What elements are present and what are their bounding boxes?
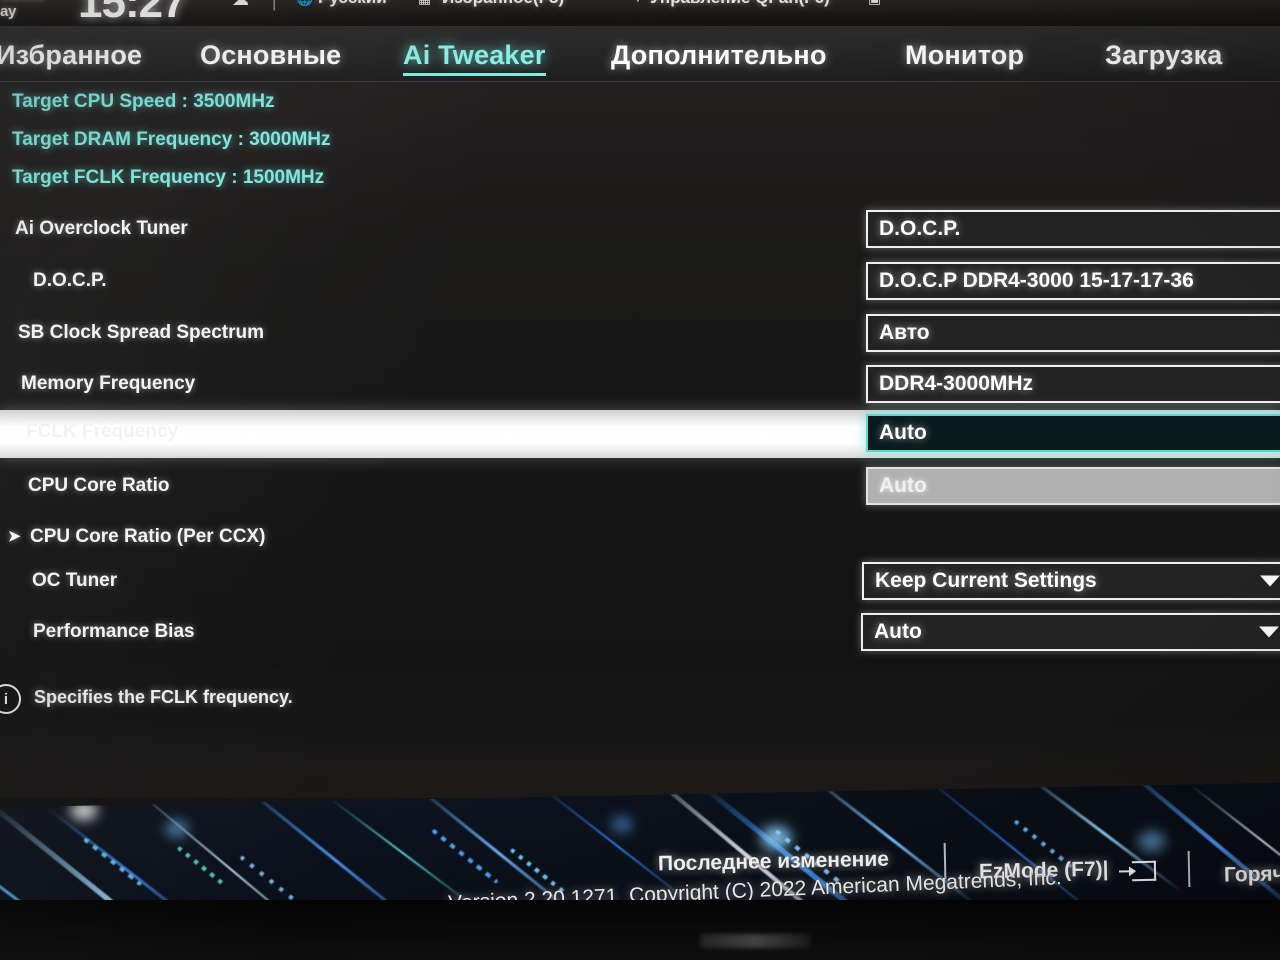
main-navigation: Избранное Основные Ai Tweaker Дополнител… [0,26,1280,82]
setting-label: Performance Bias [33,621,195,642]
setting-label: OC Tuner [32,570,118,591]
setting-label: Memory Frequency [21,373,196,394]
setting-value-memory-frequency[interactable]: DDR4-3000MHz [866,365,1280,403]
setting-row-sb-clock-spread-spectrum[interactable]: SB Clock Spread Spectrum Авто [0,312,1280,356]
setting-value-text: Keep Current Settings [875,569,1097,592]
last-modified-button[interactable]: Последнее изменение [658,848,889,877]
qfan-control-button[interactable]: Управление QFan(F6) [650,0,830,8]
favorites-button[interactable]: Избранное(F3) [442,0,564,8]
setting-value-cpu-core-ratio: Auto [866,467,1280,505]
setting-value-fclk-frequency[interactable]: Auto [866,414,1280,452]
setting-value-performance-bias[interactable]: Auto [861,613,1280,651]
setting-value-text: DDR4-3000MHz [879,372,1034,395]
setting-label: CPU Core Ratio [28,475,170,496]
hotkeys-button[interactable]: Горяч [1224,862,1280,887]
exit-arrow-icon[interactable] [1131,860,1157,882]
monitor-bezel [0,900,1280,960]
setting-value-docp[interactable]: D.O.C.P DDR4-3000 15-17-17-36 [866,262,1280,300]
setting-value-oc-tuner[interactable]: Keep Current Settings [862,562,1280,600]
help-text: Specifies the FCLK frequency. [34,687,293,707]
setting-row-oc-tuner[interactable]: OC Tuner Keep Current Settings [0,560,1280,604]
setting-label: Ai Overclock Tuner [15,218,188,239]
setting-value-text: D.O.C.P DDR4-3000 15-17-17-36 [879,269,1194,292]
settings-panel: Target CPU Speed : 3500MHz Target DRAM F… [0,82,1280,667]
status-bar: 5/2023 ay 15:27 ☁ | 🌐 Русский ▦ Избранно… [0,0,1280,26]
setting-value-text: Auto [879,421,927,444]
setting-row-fclk-frequency[interactable]: FCLK Frequency Auto [0,410,1280,458]
setting-value-sb-clock-spread-spectrum[interactable]: Авто [866,314,1280,352]
bios-screen: 5/2023 ay 15:27 ☁ | 🌐 Русский ▦ Избранно… [0,0,1280,960]
setting-value-text: Авто [879,321,930,344]
target-cpu-speed: Target CPU Speed : 3500MHz [12,91,275,112]
tab-monitor[interactable]: Монитор [905,40,1024,71]
monitor-logo [700,934,810,948]
setting-label: FCLK Frequency [26,421,179,442]
setting-value-text: Auto [874,620,922,643]
target-dram-frequency: Target DRAM Frequency : 3000MHz [12,129,331,150]
setting-row-cpu-core-ratio[interactable]: CPU Core Ratio Auto [0,465,1280,509]
setting-row-cpu-core-ratio-per-ccx[interactable]: ➤ CPU Core Ratio (Per CCX) [0,516,1280,560]
tab-favorites[interactable]: Избранное [0,40,142,71]
setting-row-memory-frequency[interactable]: Memory Frequency DDR4-3000MHz [0,363,1280,407]
setting-row-ai-overclock-tuner[interactable]: Ai Overclock Tuner D.O.C.P. [0,208,1280,252]
setting-label: CPU Core Ratio (Per CCX) [30,526,266,547]
globe-icon[interactable]: 🌐 [296,0,313,7]
tab-advanced[interactable]: Дополнительно [611,40,827,71]
setting-value-ai-overclock-tuner[interactable]: D.O.C.P. [866,210,1280,248]
setting-label: SB Clock Spread Spectrum [18,322,265,343]
fan-icon[interactable]: ✧ [632,0,644,7]
language-selector[interactable]: Русский [318,0,387,8]
setting-value-text: Auto [879,474,927,497]
footer-divider-2 [1187,850,1191,888]
system-date: 5/2023 ay [0,0,44,20]
target-fclk-frequency: Target FCLK Frequency : 1500MHz [12,167,325,188]
tab-main[interactable]: Основные [200,40,341,71]
submenu-arrow-icon: ➤ [8,528,21,545]
chevron-down-icon[interactable] [1260,575,1280,587]
cloud-icon: ☁ [232,0,249,10]
screenshot-icon[interactable]: ▣ [868,0,881,7]
favorites-icon[interactable]: ▦ [418,0,431,7]
tab-ai-tweaker[interactable]: Ai Tweaker [403,40,546,76]
setting-label: D.O.C.P. [33,270,107,291]
setting-value-text: D.O.C.P. [879,217,961,240]
chevron-down-icon[interactable] [1259,626,1279,638]
setting-row-docp[interactable]: D.O.C.P. D.O.C.P DDR4-3000 15-17-17-36 [0,260,1280,304]
setting-row-performance-bias[interactable]: Performance Bias Auto [0,611,1280,655]
system-time: 15:27 [78,0,187,26]
status-divider-1: | [272,0,277,11]
tab-boot[interactable]: Загрузка [1105,40,1223,71]
